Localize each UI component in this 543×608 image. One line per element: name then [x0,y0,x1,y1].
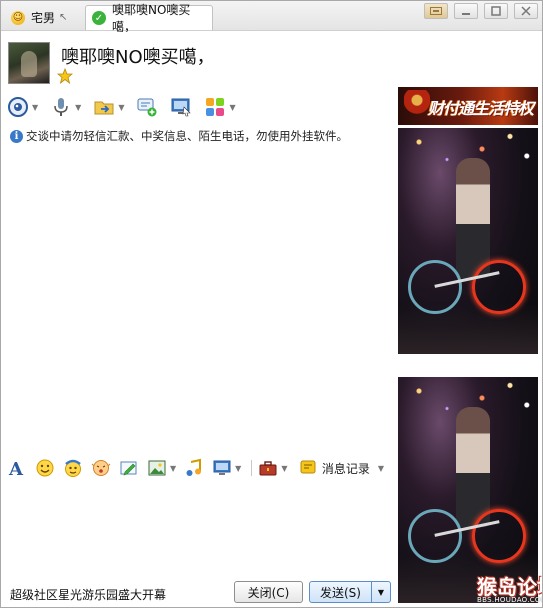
banner-text: 财付通生活特权 [428,99,534,118]
send-options-button[interactable]: ▼ [371,581,391,603]
bike-front-wheel [472,260,526,314]
video-call-button[interactable]: ▼ [7,96,38,118]
smiley-icon: ☺ [11,10,25,25]
screen-capture-button[interactable]: ▼ [212,458,241,478]
font-icon: A [7,458,27,478]
ground [398,304,538,354]
camera-icon [7,96,29,118]
notice-text: 交谈中请勿轻信汇款、中奖信息、陌生电话，勿使用外挂软件。 [26,129,348,143]
send-button[interactable]: 发送(S) [309,581,371,603]
divider [251,460,253,476]
avatar[interactable] [8,42,50,84]
person-figure [456,407,490,527]
image-button[interactable]: ▼ [147,458,176,478]
screenshot-icon [212,458,232,478]
toolbox-button[interactable]: ▼ [258,458,287,478]
folder-icon [93,96,115,118]
maximize-button[interactable] [484,3,508,19]
chevron-down-icon[interactable]: ▼ [281,464,287,473]
typing-indicator-icon: ↖ [59,12,68,23]
contact-photo-top [398,128,538,354]
banner-ad[interactable]: 财付通生活特权 [398,87,538,125]
close-button[interactable]: 关闭(C) [234,581,303,603]
skin-button[interactable] [424,3,448,19]
chevron-down-icon[interactable]: ▼ [32,103,38,112]
contact-photo-bottom [398,377,538,603]
watermark-sub: BBS.HOUDAO.COM [477,596,543,604]
font-button[interactable]: A [7,458,27,478]
magic-face-icon [63,458,83,478]
chevron-down-icon[interactable]: ▼ [235,464,241,473]
chevron-down-icon[interactable]: ▼ [118,103,124,112]
contact-header: 噢耶噢NO噢买噶， [1,32,542,88]
magic-emoji-button[interactable] [63,458,83,478]
svg-text:A: A [8,459,24,478]
tab-current-contact[interactable]: ✓ 噢耶噢NO噢买噶， [85,3,213,34]
apps-button[interactable]: ▼ [204,96,236,118]
chat-add-icon [136,96,158,118]
title-bar: ☺ 宅男 ↖ ✓ 噢耶噢NO噢买噶， [1,1,542,34]
send-file-button[interactable]: ▼ [93,96,124,118]
history-icon [298,458,318,478]
contact-name: 噢耶噢NO噢买噶， [61,47,215,68]
message-area[interactable] [1,145,393,451]
window-controls [424,3,538,19]
smiley-icon [35,458,55,478]
chevron-down-icon[interactable]: ▼ [378,464,384,473]
chevron-down-icon: ▼ [377,587,385,597]
remote-assist-button[interactable] [170,96,192,118]
voice-call-button[interactable]: ▼ [50,96,81,118]
security-notice: i 交谈中请勿轻信汇款、中奖信息、陌生电话，勿使用外挂软件。 [10,128,390,144]
shake-face-icon [91,458,111,478]
close-icon [521,6,531,16]
handwrite-icon [119,458,139,478]
tab-zhainan[interactable]: ☺ 宅男 ↖ [5,5,83,30]
minimize-icon [462,13,470,15]
skin-icon [430,7,442,15]
message-history-button[interactable]: 消息记录 ▼ [298,458,384,478]
format-toolbar: A ▼ ▼ ▼ 消息记录 ▼ [7,455,392,481]
shake-button[interactable] [91,458,111,478]
minimize-button[interactable] [454,3,478,19]
info-icon: i [10,129,23,143]
music-button[interactable] [184,458,204,478]
tab-label: 噢耶噢NO噢买噶， [112,3,191,34]
bottom-bar: 超级社区星光游乐园盛大开幕 关闭(C) 发送(S) ▼ [1,579,396,607]
message-input[interactable] [1,483,393,577]
close-window-button[interactable] [514,3,538,19]
banner-figure [404,90,430,124]
maximize-icon [491,6,501,16]
emoji-button[interactable] [35,458,55,478]
history-label: 消息记录 [321,461,370,476]
apps-grid-icon [204,96,226,118]
music-icon [184,458,204,478]
image-icon [147,458,167,478]
chat-window: ☺ 宅男 ↖ ✓ 噢耶噢NO噢买噶， 噢耶噢NO噢买噶， ▼ ▼ ▼ ▼ 财付通… [0,0,543,608]
new-discussion-button[interactable] [136,96,158,118]
chevron-down-icon[interactable]: ▼ [75,103,81,112]
watermark: 猴岛论坛 BBS.HOUDAO.COM [477,571,543,607]
person-figure [456,158,490,278]
microphone-icon [50,96,72,118]
tab-label: 宅男 [31,11,56,25]
ad-link[interactable]: 超级社区星光游乐园盛大开幕 [10,586,166,603]
star-level-icon[interactable] [57,68,73,84]
bike-front-wheel [472,509,526,563]
chevron-down-icon[interactable]: ▼ [170,464,176,473]
online-check-icon: ✓ [92,11,106,25]
toolbox-icon [258,458,278,478]
handwriting-button[interactable] [119,458,139,478]
remote-desktop-icon [170,96,192,118]
main-toolbar: ▼ ▼ ▼ ▼ [7,93,248,121]
chevron-down-icon[interactable]: ▼ [229,103,235,112]
